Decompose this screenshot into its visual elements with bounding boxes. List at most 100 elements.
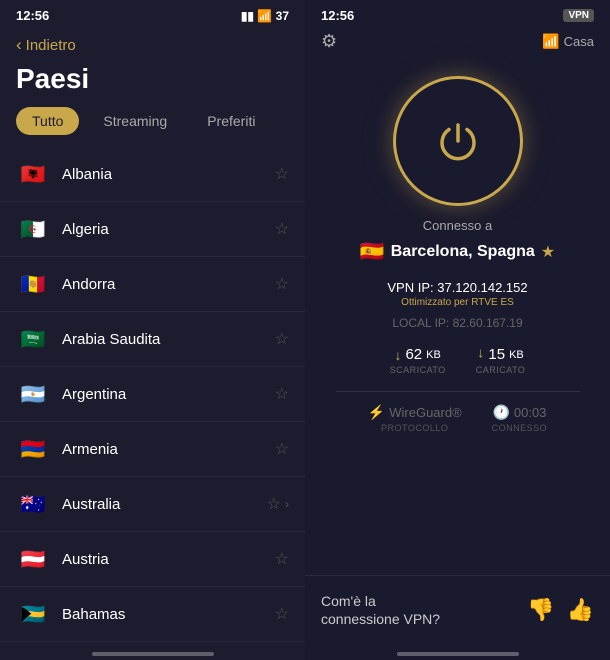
list-item-austria[interactable]: 🇦🇹 Austria ☆ [0, 532, 305, 587]
time-right: 12:56 [321, 8, 354, 23]
feedback-question: Com'è laconnessione VPN? [321, 592, 440, 628]
list-item[interactable]: 🇦🇱 Albania ☆ [0, 147, 305, 202]
status-bar-left: 12:56 ▮▮ 📶 37 [0, 0, 305, 27]
location-row: 🇪🇸 Barcelona, Spagna ★ [360, 239, 555, 264]
country-name-bahamas: Bahamas [62, 606, 267, 623]
right-panel: 12:56 VPN ⚙ 📶 Casa Connesso a 🇪🇸 Barcelo… [305, 0, 610, 660]
country-name-australia: Australia [62, 496, 259, 513]
local-ip: LOCAL IP: 82.60.167.19 [392, 316, 522, 330]
list-item[interactable]: 🇩🇿 Algeria ☆ [0, 202, 305, 257]
stat-upload: ↑ 15 KB CARICATO [476, 346, 526, 375]
filter-tabs: Tutto Streaming Preferiti [0, 107, 305, 147]
protocol-icon: ⚡ [368, 404, 385, 421]
list-item[interactable]: 🇦🇩 Andorra ☆ [0, 257, 305, 312]
tab-preferiti[interactable]: Preferiti [191, 107, 271, 135]
download-label: SCARICATO [390, 365, 446, 375]
flag-bahamas: 🇧🇸 [16, 597, 50, 631]
status-bar-right: 12:56 VPN [305, 0, 610, 27]
list-item[interactable]: 🇸🇦 Arabia Saudita ☆ [0, 312, 305, 367]
back-chevron-icon: ‹ [16, 35, 22, 55]
country-list: 🇦🇱 Albania ☆ 🇩🇿 Algeria ☆ 🇦🇩 Andorra ☆ 🇸… [0, 147, 305, 644]
home-indicator-right [397, 652, 519, 656]
left-panel: 12:56 ▮▮ 📶 37 ‹ Indietro Paesi Tutto Str… [0, 0, 305, 660]
star-icon-albania[interactable]: ☆ [275, 164, 289, 184]
country-name-albania: Albania [62, 166, 267, 183]
list-item[interactable]: 🇧🇸 Bahamas ☆ [0, 587, 305, 642]
protocol-time-item: 🕐 00:03 CONNESSO [492, 404, 548, 433]
vpn-optimized-label: Ottimizzato per RTVE ES [401, 297, 514, 308]
flag-albania: 🇦🇱 [16, 157, 50, 191]
stats-divider [336, 391, 580, 392]
clock-icon: 🕐 [492, 404, 509, 421]
power-icon [434, 117, 482, 165]
location-flag: 🇪🇸 [360, 239, 385, 264]
scroll-indicator [92, 652, 214, 656]
power-button[interactable] [393, 76, 523, 206]
upload-arrow-icon: ↑ [477, 347, 484, 363]
stats-row: ↓ 62 KB SCARICATO ↑ 15 KB CARICATO [390, 346, 526, 375]
list-item[interactable]: 🇦🇲 Armenia ☆ [0, 422, 305, 477]
upload-unit: KB [509, 349, 524, 361]
country-name-armenia: Armenia [62, 441, 267, 458]
country-name-argentina: Argentina [62, 386, 267, 403]
connected-label: Connesso a [423, 218, 492, 233]
country-name-algeria: Algeria [62, 221, 267, 238]
upload-value: 15 [488, 346, 505, 363]
star-icon-australia[interactable]: ☆ [267, 494, 281, 514]
flag-arabia-saudita: 🇸🇦 [16, 322, 50, 356]
protocol-time: 00:03 [514, 405, 547, 420]
thumbs-up-button[interactable]: 👍 [567, 597, 594, 623]
star-icon-arabia-saudita[interactable]: ☆ [275, 329, 289, 349]
feedback-section: Com'è laconnessione VPN? 👎 👍 [305, 575, 610, 644]
protocol-name-label: PROTOCOLLO [381, 423, 448, 433]
list-item-australia[interactable]: 🇦🇺 Australia ☆ › [0, 477, 305, 532]
download-unit: KB [426, 349, 441, 361]
flag-armenia: 🇦🇲 [16, 432, 50, 466]
page-title: Paesi [0, 59, 305, 107]
location-name: Barcelona, Spagna [391, 243, 535, 261]
download-arrow-icon: ↓ [394, 347, 401, 363]
power-button-inner [408, 91, 508, 191]
gear-icon[interactable]: ⚙ [321, 31, 337, 52]
feedback-buttons: 👎 👍 [527, 597, 594, 623]
tab-streaming[interactable]: Streaming [87, 107, 183, 135]
wifi-label: 📶 Casa [542, 33, 594, 50]
star-icon-andorra[interactable]: ☆ [275, 274, 289, 294]
upload-label: CARICATO [476, 365, 526, 375]
location-star-icon[interactable]: ★ [541, 242, 555, 262]
vpn-badge: VPN [563, 9, 594, 22]
right-header: ⚙ 📶 Casa [305, 27, 610, 60]
flag-algeria: 🇩🇿 [16, 212, 50, 246]
tab-tutto[interactable]: Tutto [16, 107, 79, 135]
flag-andorra: 🇦🇩 [16, 267, 50, 301]
time-left: 12:56 [16, 8, 49, 23]
thumbs-down-button[interactable]: 👎 [527, 597, 554, 623]
star-icon-armenia[interactable]: ☆ [275, 439, 289, 459]
signal-icons: ▮▮ 📶 37 [241, 9, 289, 23]
protocol-time-label: CONNESSO [492, 423, 548, 433]
back-button[interactable]: ‹ Indietro [0, 27, 305, 59]
download-value: 62 [405, 346, 422, 363]
protocol-name-item: ⚡ WireGuard® PROTOCOLLO [368, 404, 462, 433]
protocol-name: WireGuard® [389, 405, 461, 420]
chevron-right-icon-australia: › [285, 497, 289, 511]
wifi-icon: 📶 [542, 33, 559, 50]
star-icon-algeria[interactable]: ☆ [275, 219, 289, 239]
stat-download: ↓ 62 KB SCARICATO [390, 346, 446, 375]
country-name-arabia-saudita: Arabia Saudita [62, 331, 267, 348]
country-name-austria: Austria [62, 551, 267, 568]
star-icon-argentina[interactable]: ☆ [275, 384, 289, 404]
protocol-row: ⚡ WireGuard® PROTOCOLLO 🕐 00:03 CONNESSO [368, 404, 547, 433]
back-label: Indietro [26, 37, 76, 54]
star-icon-austria[interactable]: ☆ [275, 549, 289, 569]
status-icons-right: VPN [563, 9, 594, 22]
flag-argentina: 🇦🇷 [16, 377, 50, 411]
star-icon-bahamas[interactable]: ☆ [275, 604, 289, 624]
wifi-network-name: Casa [564, 34, 594, 49]
list-item[interactable]: 🇦🇷 Argentina ☆ [0, 367, 305, 422]
flag-australia: 🇦🇺 [16, 487, 50, 521]
flag-austria: 🇦🇹 [16, 542, 50, 576]
country-name-andorra: Andorra [62, 276, 267, 293]
vpn-ip: VPN IP: 37.120.142.152 [387, 280, 527, 295]
list-item[interactable]: 🇧🇩 Bangladesh ☆ [0, 642, 305, 644]
